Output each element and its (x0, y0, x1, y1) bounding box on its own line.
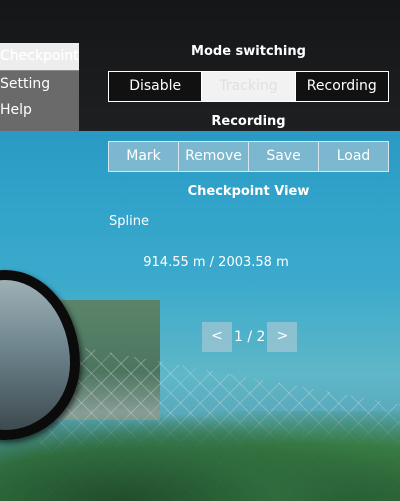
save-button[interactable]: Save (248, 141, 319, 172)
spline-label: Spline (109, 214, 149, 229)
checkpoint-pager: < 1 / 2 > (202, 322, 298, 352)
mode-switching-buttons: Disable Tracking Recording (108, 71, 389, 102)
trees-background (0, 411, 400, 501)
distance-readout: 914.55 m / 2003.58 m (143, 255, 289, 270)
menu-item-help[interactable]: Help (0, 98, 79, 131)
recording-heading: Recording (211, 114, 286, 129)
mark-button[interactable]: Mark (108, 141, 179, 172)
load-button[interactable]: Load (318, 141, 389, 172)
remove-button[interactable]: Remove (178, 141, 249, 172)
side-menu: Checkpoints Setting Help (0, 43, 79, 131)
checkpoint-view-heading: Checkpoint View (187, 184, 310, 199)
tracking-button[interactable]: Tracking (201, 71, 296, 102)
prev-page-button[interactable]: < (202, 322, 232, 352)
next-page-button[interactable]: > (267, 322, 298, 352)
menu-item-label: Checkpoints (0, 48, 79, 64)
disable-button[interactable]: Disable (108, 71, 203, 102)
menu-item-setting[interactable]: Setting (0, 70, 79, 98)
menu-item-label: Setting (0, 76, 51, 92)
page-indicator: 1 / 2 (234, 329, 266, 345)
menu-item-label: Help (0, 102, 32, 118)
recording-buttons: Mark Remove Save Load (108, 141, 389, 172)
mode-switching-heading: Mode switching (191, 44, 306, 59)
menu-item-checkpoints[interactable]: Checkpoints (0, 43, 79, 70)
recording-mode-button[interactable]: Recording (294, 71, 389, 102)
